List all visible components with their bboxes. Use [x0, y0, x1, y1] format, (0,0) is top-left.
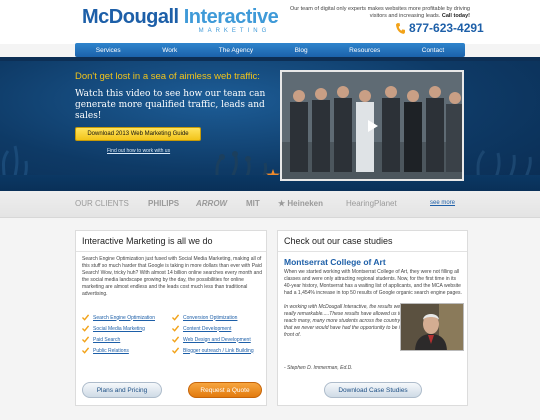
clients-label: OUR CLIENTS	[75, 199, 129, 208]
check-icon	[82, 347, 89, 354]
client-logo-philips: PHILIPS	[148, 199, 180, 208]
service-label: Blogger outreach / Link Building	[183, 347, 254, 354]
download-guide-button[interactable]: Download 2013 Web Marketing Guide	[75, 127, 201, 141]
client-logo-heineken: ★ Heineken	[278, 199, 323, 208]
clients-bar: OUR CLIENTS PHILIPS ARROW MIT ★ Heineken…	[0, 191, 540, 218]
nav-the-agency[interactable]: The Agency	[219, 47, 253, 54]
nav-blog[interactable]: Blog	[295, 47, 308, 54]
check-icon	[172, 314, 179, 321]
panel-divider	[278, 251, 467, 252]
check-icon	[82, 325, 89, 332]
service-label: Public Relations	[93, 347, 129, 354]
site-header: McDougall Interactive MARKETING Our team…	[0, 0, 540, 44]
download-case-studies-button[interactable]: Download Case Studies	[324, 382, 422, 398]
services-intro: Search Engine Optimization just fused wi…	[82, 256, 262, 297]
service-content[interactable]: Content Development	[172, 325, 266, 332]
service-public-relations[interactable]: Public Relations	[82, 347, 172, 354]
service-label: Paid Search	[93, 336, 121, 343]
service-blogger-outreach[interactable]: Blogger outreach / Link Building	[172, 347, 266, 354]
testimonial-portrait	[400, 303, 464, 351]
services-panel: Interactive Marketing is all we do Searc…	[75, 230, 267, 406]
portrait-image	[401, 304, 463, 350]
logo-subtitle: MARKETING	[198, 28, 271, 34]
hero-body: Watch this video to see how our team can…	[75, 89, 266, 121]
service-label: Conversion Optimization	[183, 314, 238, 321]
service-seo[interactable]: Search Engine Optimization	[82, 314, 172, 321]
nav-resources[interactable]: Resources	[349, 47, 380, 54]
check-icon	[172, 336, 179, 343]
service-web-design[interactable]: Web Design and Development	[172, 336, 266, 343]
client-logo-arrow: ARROW	[196, 199, 228, 208]
services-panel-title: Interactive Marketing is all we do	[82, 236, 213, 246]
services-list: Search Engine Optimization Conversion Op…	[82, 314, 266, 354]
check-icon	[82, 314, 89, 321]
case-studies-panel: Check out our case studies Montserrat Co…	[277, 230, 468, 406]
case-studies-panel-title: Check out our case studies	[284, 236, 393, 246]
nav-services[interactable]: Services	[96, 47, 121, 54]
hero-banner: Don't get lost in a sea of aimless web t…	[0, 61, 540, 191]
logo-interactive: Interactive	[183, 6, 279, 28]
client-logo-hearingplanet: HearingPlanet	[346, 199, 397, 208]
tagline-cta: Call today!	[441, 13, 470, 19]
client-logo-mit: MIT	[246, 199, 260, 208]
service-label: Search Engine Optimization	[93, 314, 155, 321]
phone-icon	[396, 22, 405, 34]
request-quote-button[interactable]: Request a Quote	[188, 382, 262, 398]
logo-name: McDougall	[82, 6, 179, 28]
service-paid-search[interactable]: Paid Search	[82, 336, 172, 343]
service-conversion[interactable]: Conversion Optimization	[172, 314, 266, 321]
hero-headline: Don't get lost in a sea of aimless web t…	[75, 71, 260, 82]
check-icon	[172, 325, 179, 332]
phone-number[interactable]: 877-623-4291	[396, 21, 484, 35]
check-icon	[172, 347, 179, 354]
play-icon[interactable]	[368, 120, 378, 132]
service-label: Social Media Marketing	[93, 325, 145, 332]
service-social-media[interactable]: Social Media Marketing	[82, 325, 172, 332]
heineken-star-icon: ★	[278, 199, 286, 208]
case-study-quote: In working with McDougall Interactive, t…	[284, 304, 405, 338]
nav-contact[interactable]: Contact	[422, 47, 444, 54]
see-more-clients-link[interactable]: see more	[430, 200, 455, 206]
main-nav: Services Work The Agency Blog Resources …	[75, 43, 465, 57]
case-study-heading[interactable]: Montserrat College of Art	[284, 257, 386, 267]
case-study-text: When we started working with Montserrat …	[284, 269, 462, 296]
plans-pricing-button[interactable]: Plans and Pricing	[82, 382, 162, 398]
client-logo-heineken-text: Heineken	[287, 199, 323, 208]
check-icon	[82, 336, 89, 343]
work-with-us-link[interactable]: Find out how to work with us	[107, 148, 170, 154]
case-study-signature: - Stephen D. Immerman, Ed.D.	[284, 365, 353, 371]
service-label: Content Development	[183, 325, 232, 332]
service-label: Web Design and Development	[183, 336, 251, 343]
phone-text: 877-623-4291	[409, 21, 484, 35]
logo[interactable]: McDougall Interactive MARKETING	[82, 6, 279, 34]
video-player[interactable]	[280, 70, 464, 181]
nav-work[interactable]: Work	[162, 47, 177, 54]
tagline: Our team of digital only experts makes w…	[282, 6, 470, 20]
panel-divider	[76, 251, 266, 252]
